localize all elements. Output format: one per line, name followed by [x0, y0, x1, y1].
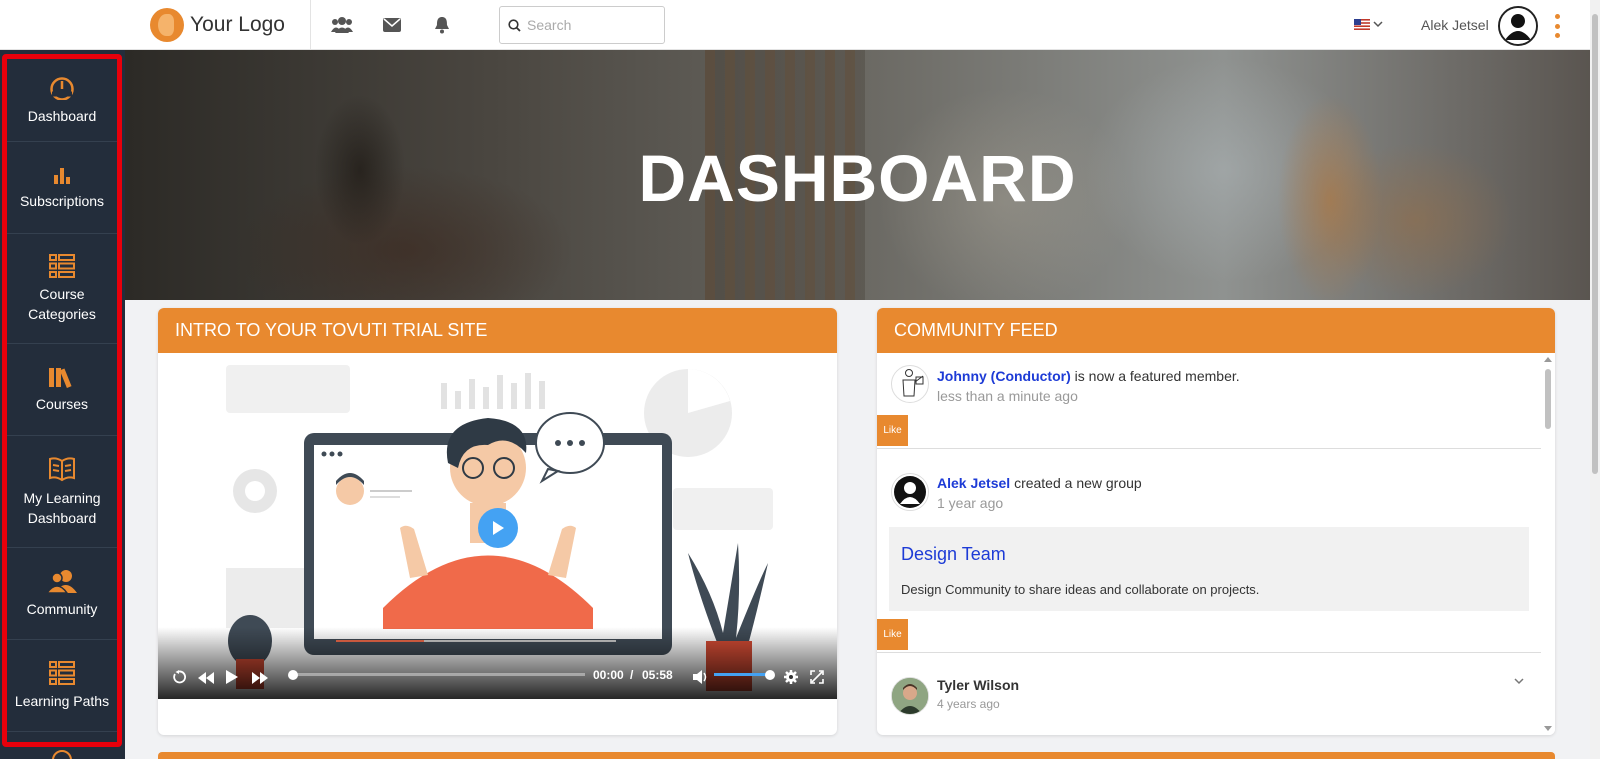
- rewind-icon[interactable]: [198, 672, 214, 684]
- play-icon: [493, 521, 504, 535]
- user-link[interactable]: Alek Jetsel: [937, 475, 1010, 491]
- list-grid-icon: [49, 660, 75, 685]
- feed-line: Johnny (Conductor) is now a featured mem…: [937, 368, 1240, 384]
- sidebar-item-course-categories[interactable]: Course Categories: [7, 234, 117, 344]
- search-input[interactable]: [527, 17, 655, 33]
- like-button[interactable]: Like: [877, 415, 908, 446]
- sidebar-item-label: My Learning Dashboard: [23, 489, 101, 526]
- sidebar-item-dashboard[interactable]: Dashboard: [7, 60, 117, 142]
- page-scrollbar[interactable]: [1590, 0, 1600, 759]
- community-feed-panel: COMMUNITY FEED Johnny (Conductor) is now…: [877, 308, 1555, 735]
- feed-action: created a new group: [1014, 475, 1142, 491]
- chevron-down-icon: [1373, 21, 1383, 28]
- intro-video-panel: INTRO TO YOUR TOVUTI TRIAL SITE 00:00 / …: [158, 308, 837, 735]
- list-grid-icon: [49, 253, 75, 278]
- bell-icon[interactable]: [430, 13, 454, 37]
- page-scrollbar-thumb[interactable]: [1592, 14, 1598, 474]
- avatar[interactable]: [891, 473, 929, 511]
- speedometer-icon: [50, 76, 74, 100]
- search-box[interactable]: [499, 6, 665, 44]
- books-icon: [49, 367, 72, 388]
- user-link[interactable]: Johnny (Conductor): [937, 368, 1071, 384]
- video-controls: 00:00 / 05:58: [158, 627, 837, 699]
- panel-title: COMMUNITY FEED: [877, 308, 1555, 353]
- duration: 05:58: [642, 668, 673, 682]
- sidebar-item-label: Community: [26, 600, 98, 617]
- volume-slider[interactable]: [714, 673, 770, 676]
- scroll-up-icon[interactable]: [1544, 356, 1552, 364]
- sidebar-item-courses[interactable]: Courses: [7, 344, 117, 436]
- current-time: 00:00: [593, 668, 624, 682]
- time-separator: /: [630, 668, 634, 682]
- fullscreen-icon[interactable]: [810, 670, 824, 684]
- hero-banner: DASHBOARD: [125, 50, 1590, 300]
- open-book-icon: [49, 456, 75, 481]
- divider: [877, 448, 1541, 449]
- sidebar-item-label: Courses: [35, 395, 89, 412]
- feed-scrollbar[interactable]: [1541, 353, 1555, 735]
- play-button[interactable]: [226, 670, 238, 684]
- user-name[interactable]: Alek Jetsel: [1421, 17, 1489, 33]
- feed-scrollbar-thumb[interactable]: [1545, 369, 1551, 429]
- timestamp: less than a minute ago: [937, 388, 1078, 404]
- like-button[interactable]: Like: [877, 619, 908, 650]
- sidebar-item-label: Learning Paths: [14, 692, 110, 709]
- kebab-menu-icon[interactable]: [1553, 14, 1561, 38]
- sidebar-item-label: Subscriptions: [19, 192, 105, 209]
- language-selector[interactable]: [1354, 19, 1383, 30]
- settings-gear-icon[interactable]: [784, 670, 798, 684]
- group-card[interactable]: Design Team Design Community to share id…: [889, 527, 1529, 611]
- scroll-down-icon[interactable]: [1544, 724, 1552, 732]
- search-icon: [508, 18, 521, 32]
- group-title-link[interactable]: Design Team: [901, 544, 1006, 565]
- bar-chart-icon: [54, 167, 70, 184]
- top-bar: Your Logo Alek Jetsel: [0, 0, 1590, 50]
- timestamp: 4 years ago: [937, 697, 1000, 711]
- user-name[interactable]: Tyler Wilson: [937, 677, 1019, 693]
- logo-icon: [150, 8, 184, 42]
- play-overlay-button[interactable]: [478, 508, 518, 548]
- avatar[interactable]: [1498, 6, 1538, 46]
- next-panel-header: [158, 752, 1555, 759]
- divider: [877, 652, 1541, 653]
- avatar[interactable]: [891, 365, 929, 403]
- feed-line: Alek Jetsel created a new group: [937, 475, 1142, 491]
- feed-list[interactable]: Johnny (Conductor) is now a featured mem…: [877, 353, 1555, 735]
- community-icon: [47, 569, 77, 593]
- logo[interactable]: Your Logo: [150, 8, 285, 42]
- video-player[interactable]: 00:00 / 05:58: [158, 353, 837, 699]
- feed-line: Tyler Wilson: [937, 677, 1019, 693]
- chevron-down-icon[interactable]: [1514, 678, 1524, 685]
- sidebar-item-my-learning-dashboard[interactable]: My Learning Dashboard: [7, 436, 117, 548]
- video-progress-handle[interactable]: [288, 670, 298, 680]
- us-flag-icon: [1354, 19, 1370, 30]
- group-description: Design Community to share ideas and coll…: [901, 582, 1260, 597]
- volume-handle[interactable]: [765, 670, 775, 680]
- mail-icon[interactable]: [380, 13, 404, 37]
- users-icon[interactable]: [330, 13, 354, 37]
- panel-title: INTRO TO YOUR TOVUTI TRIAL SITE: [158, 308, 837, 353]
- feed-action: is now a featured member.: [1074, 368, 1240, 384]
- volume-icon[interactable]: [693, 670, 709, 684]
- topbar-divider: [310, 0, 311, 50]
- video-progress-bar[interactable]: [293, 673, 585, 676]
- logo-text: Your Logo: [190, 13, 285, 36]
- replay-icon[interactable]: [172, 670, 186, 684]
- sidebar-item-label: Course Categories: [28, 285, 96, 322]
- timestamp: 1 year ago: [937, 495, 1004, 511]
- sidebar-item-label: Dashboard: [27, 107, 97, 124]
- sidebar-item-community[interactable]: Community: [7, 548, 117, 640]
- page-title: DASHBOARD: [638, 141, 1077, 215]
- sidebar-item-learning-paths[interactable]: Learning Paths: [7, 640, 117, 732]
- sidebar-item-subscriptions[interactable]: Subscriptions: [7, 142, 117, 234]
- fast-forward-icon[interactable]: [252, 672, 268, 684]
- avatar[interactable]: [891, 677, 929, 715]
